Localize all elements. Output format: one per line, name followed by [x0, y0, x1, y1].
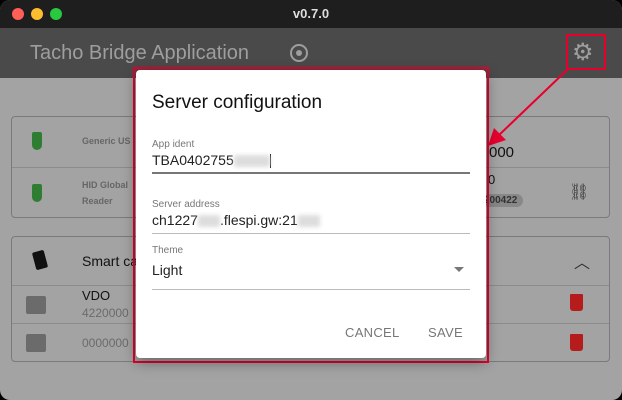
theme-value: Light	[152, 262, 183, 278]
app-ident-input[interactable]: TBA0402755	[152, 152, 271, 169]
server-address-input[interactable]: ch1227 .flespi.gw:21	[152, 212, 320, 228]
dropdown-arrow-icon	[454, 267, 464, 272]
app-ident-label: App ident	[152, 139, 195, 150]
theme-select[interactable]: Light	[152, 262, 470, 278]
app-window: v0.7.0 Tacho Bridge Application ⚙ Generi…	[0, 0, 622, 400]
dialog-title: Server configuration	[152, 92, 323, 113]
theme-label: Theme	[152, 245, 184, 256]
theme-underline	[152, 289, 470, 290]
server-config-dialog: Server configuration App ident TBA040275…	[136, 70, 486, 358]
server-address-part: .flespi.gw:21	[219, 212, 298, 228]
server-address-underline	[152, 233, 470, 234]
app-ident-value: TBA0402755	[152, 152, 234, 168]
save-button[interactable]: SAVE	[428, 325, 463, 340]
cancel-button[interactable]: CANCEL	[345, 325, 400, 340]
app-ident-underline	[152, 172, 470, 174]
server-address-part: ch1227	[152, 212, 198, 228]
server-address-label: Server address	[152, 199, 220, 210]
